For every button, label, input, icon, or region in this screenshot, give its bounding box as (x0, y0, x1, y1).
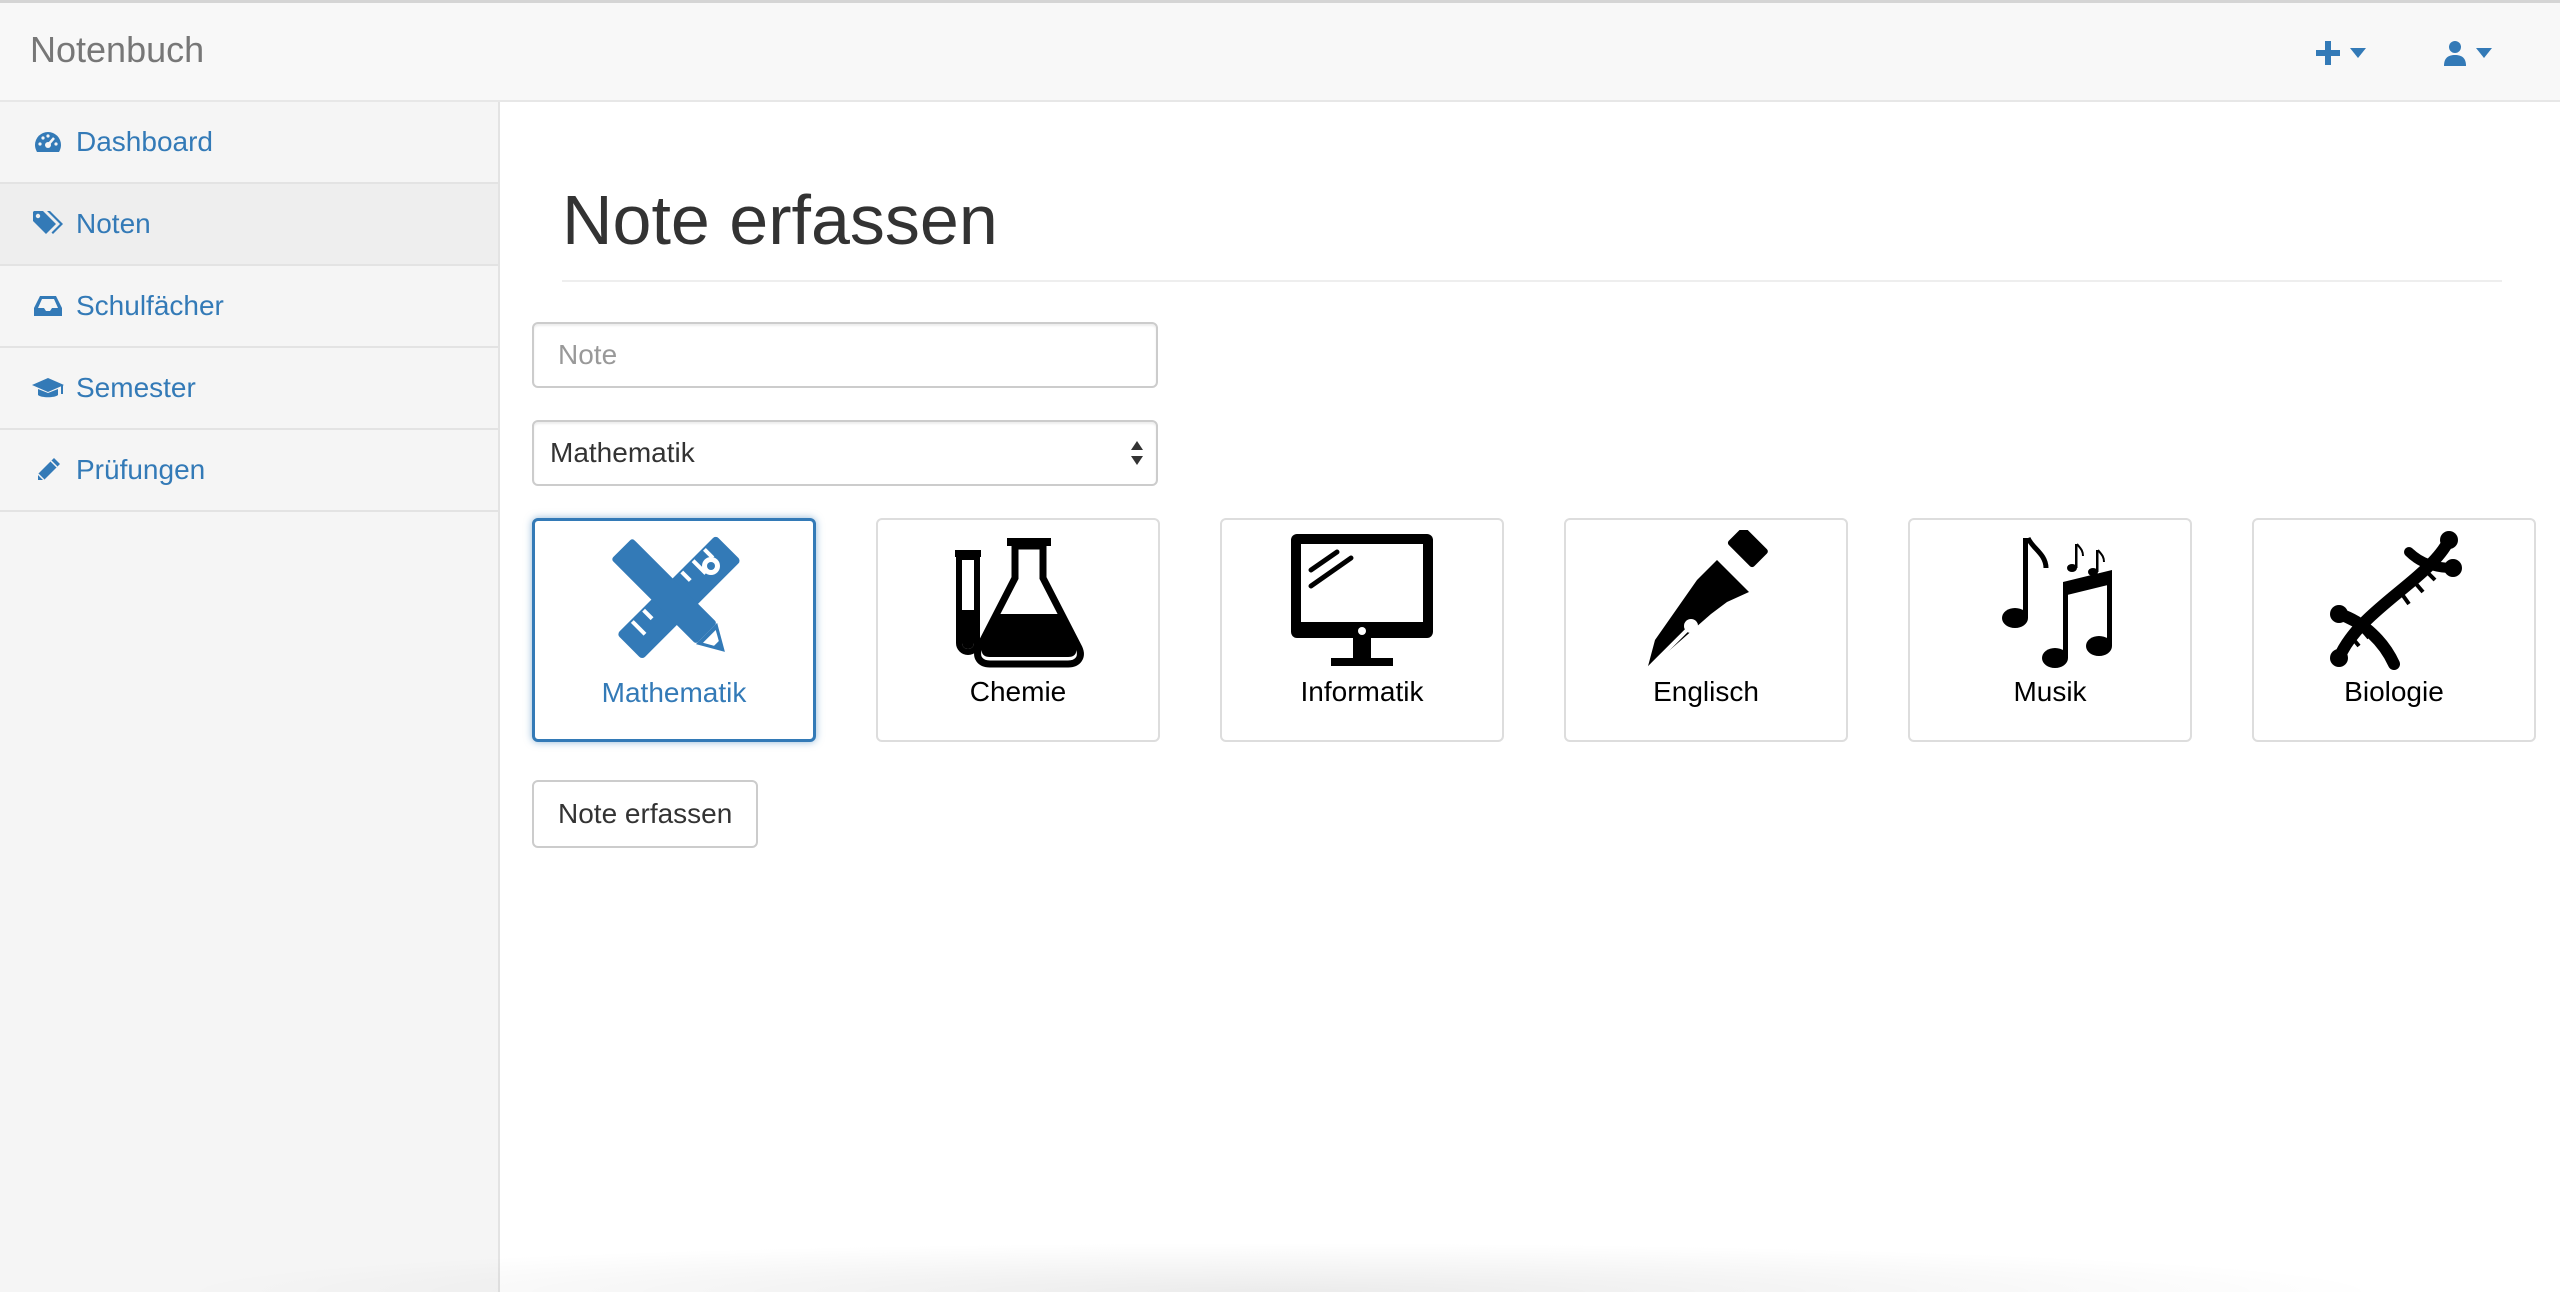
subject-tile-englisch[interactable]: Englisch (1564, 518, 1848, 742)
sidebar-item-noten[interactable]: Noten (0, 184, 498, 266)
subject-select-value: Mathematik (550, 437, 695, 468)
title-divider (562, 280, 2502, 282)
note-input[interactable] (532, 322, 1158, 388)
sidebar: Dashboard Noten Schulfächer Semester Prü… (0, 102, 500, 1292)
sidebar-item-label: Noten (76, 208, 151, 239)
sidebar-item-schulfaecher[interactable]: Schulfächer (0, 266, 498, 348)
fountain-pen-icon (1631, 527, 1781, 672)
subject-label: Mathematik (601, 677, 747, 708)
caret-down-icon (2350, 48, 2366, 58)
sidebar-item-label: Dashboard (76, 126, 213, 157)
ruler-pencil-icon (599, 531, 749, 671)
music-notes-icon (1975, 530, 2125, 670)
subject-tile-mathematik[interactable]: Mathematik (532, 518, 816, 742)
user-icon (2444, 40, 2466, 66)
dashboard-icon (32, 126, 64, 158)
plus-icon (2316, 41, 2340, 65)
subject-tile-chemie[interactable]: Chemie (876, 518, 1160, 742)
user-menu-dropdown[interactable] (2444, 33, 2492, 73)
subject-label: Biologie (2344, 676, 2444, 707)
sidebar-item-dashboard[interactable]: Dashboard (0, 102, 498, 184)
subject-label: Chemie (969, 676, 1067, 707)
add-menu-dropdown[interactable] (2316, 33, 2366, 73)
caret-down-icon (2476, 48, 2492, 58)
subject-tile-informatik[interactable]: Informatik (1220, 518, 1504, 742)
sidebar-item-label: Semester (76, 372, 196, 403)
main-content: Note erfassen Mathematik (500, 102, 2560, 1292)
sidebar-item-pruefungen[interactable]: Prüfungen (0, 430, 498, 512)
page-title: Note erfassen (562, 181, 998, 259)
bottom-shadow-decoration (160, 1242, 2400, 1292)
sidebar-item-label: Schulfächer (76, 290, 224, 321)
subject-tile-biologie[interactable]: Biologie (2252, 518, 2536, 742)
submit-note-button[interactable]: Note erfassen (532, 780, 759, 848)
brand-link[interactable]: Notenbuch (30, 29, 204, 71)
subject-label: Musik (2013, 676, 2087, 707)
sidebar-item-semester[interactable]: Semester (0, 348, 498, 430)
sidebar-item-label: Prüfungen (76, 454, 206, 485)
top-navbar: Notenbuch (0, 0, 2560, 102)
pencil-icon (32, 454, 64, 486)
tags-icon (32, 208, 64, 240)
subject-label: Englisch (1653, 676, 1759, 707)
subject-tiles: Mathematik Chemie Informatik Englisch Mu… (532, 518, 2536, 742)
subject-tile-musik[interactable]: Musik (1908, 518, 2192, 742)
select-arrows-icon (1130, 438, 1144, 475)
monitor-icon (1287, 530, 1437, 670)
flask-icon (943, 530, 1093, 670)
graduation-cap-icon (32, 372, 64, 404)
inbox-icon (32, 290, 64, 322)
subject-label: Informatik (1300, 676, 1424, 707)
dna-icon (2319, 530, 2469, 670)
subject-select[interactable]: Mathematik (532, 420, 1158, 486)
